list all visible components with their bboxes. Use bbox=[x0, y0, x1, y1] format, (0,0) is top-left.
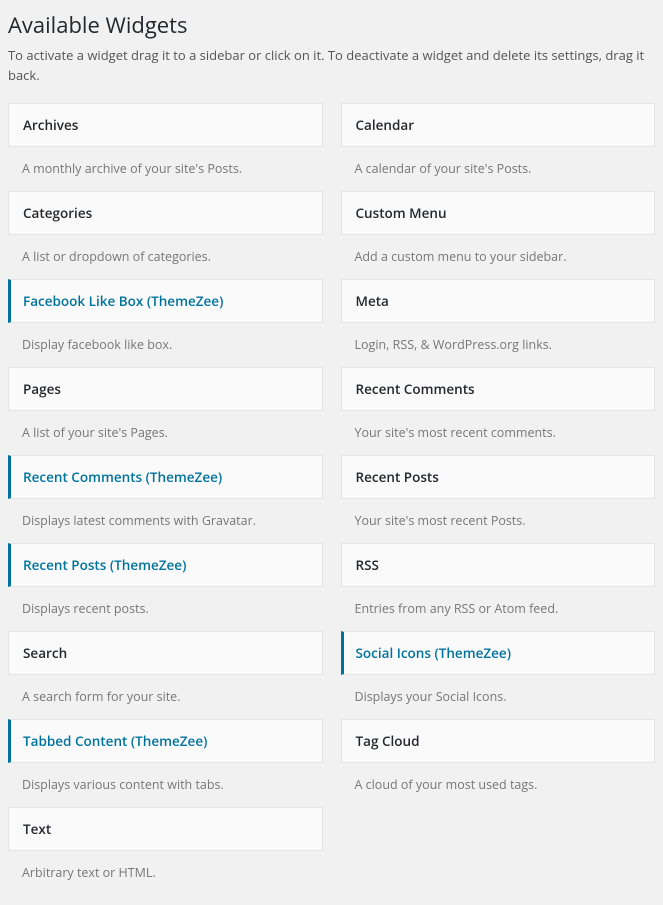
widget-social-icons-themezee[interactable]: Social Icons (ThemeZee) bbox=[341, 631, 656, 675]
page-description: To activate a widget drag it to a sideba… bbox=[8, 46, 655, 85]
widget-column-left: ArchivesA monthly archive of your site's… bbox=[8, 103, 323, 895]
widget-tag-cloud[interactable]: Tag Cloud bbox=[341, 719, 656, 763]
widget-recent-posts[interactable]: Recent Posts bbox=[341, 455, 656, 499]
widget-description: Add a custom menu to your sidebar. bbox=[341, 235, 656, 279]
widget-description: A list of your site's Pages. bbox=[8, 411, 323, 455]
widget-categories[interactable]: Categories bbox=[8, 191, 323, 235]
widget-tabbed-content-themezee[interactable]: Tabbed Content (ThemeZee) bbox=[8, 719, 323, 763]
widget-description: Displays various content with tabs. bbox=[8, 763, 323, 807]
widget-description: Display facebook like box. bbox=[8, 323, 323, 367]
widget-description: Arbitrary text or HTML. bbox=[8, 851, 323, 895]
widget-custom-menu[interactable]: Custom Menu bbox=[341, 191, 656, 235]
widget-recent-comments[interactable]: Recent Comments bbox=[341, 367, 656, 411]
widget-description: Login, RSS, & WordPress.org links. bbox=[341, 323, 656, 367]
page-title: Available Widgets bbox=[8, 10, 655, 40]
widget-description: A search form for your site. bbox=[8, 675, 323, 719]
widget-description: Your site's most recent Posts. bbox=[341, 499, 656, 543]
widget-columns: ArchivesA monthly archive of your site's… bbox=[8, 103, 655, 895]
widget-description: A list or dropdown of categories. bbox=[8, 235, 323, 279]
widget-archives[interactable]: Archives bbox=[8, 103, 323, 147]
widget-description: Displays your Social Icons. bbox=[341, 675, 656, 719]
widget-recent-posts-themezee[interactable]: Recent Posts (ThemeZee) bbox=[8, 543, 323, 587]
widget-column-right: CalendarA calendar of your site's Posts.… bbox=[341, 103, 656, 895]
widget-pages[interactable]: Pages bbox=[8, 367, 323, 411]
widget-description: Displays latest comments with Gravatar. bbox=[8, 499, 323, 543]
widget-calendar[interactable]: Calendar bbox=[341, 103, 656, 147]
widget-facebook-like-box-themezee[interactable]: Facebook Like Box (ThemeZee) bbox=[8, 279, 323, 323]
widget-text[interactable]: Text bbox=[8, 807, 323, 851]
widget-description: A calendar of your site's Posts. bbox=[341, 147, 656, 191]
widget-description: Displays recent posts. bbox=[8, 587, 323, 631]
widget-search[interactable]: Search bbox=[8, 631, 323, 675]
widget-description: A cloud of your most used tags. bbox=[341, 763, 656, 807]
widget-description: A monthly archive of your site's Posts. bbox=[8, 147, 323, 191]
widget-rss[interactable]: RSS bbox=[341, 543, 656, 587]
widget-meta[interactable]: Meta bbox=[341, 279, 656, 323]
widget-description: Entries from any RSS or Atom feed. bbox=[341, 587, 656, 631]
widget-recent-comments-themezee[interactable]: Recent Comments (ThemeZee) bbox=[8, 455, 323, 499]
widget-description: Your site's most recent comments. bbox=[341, 411, 656, 455]
